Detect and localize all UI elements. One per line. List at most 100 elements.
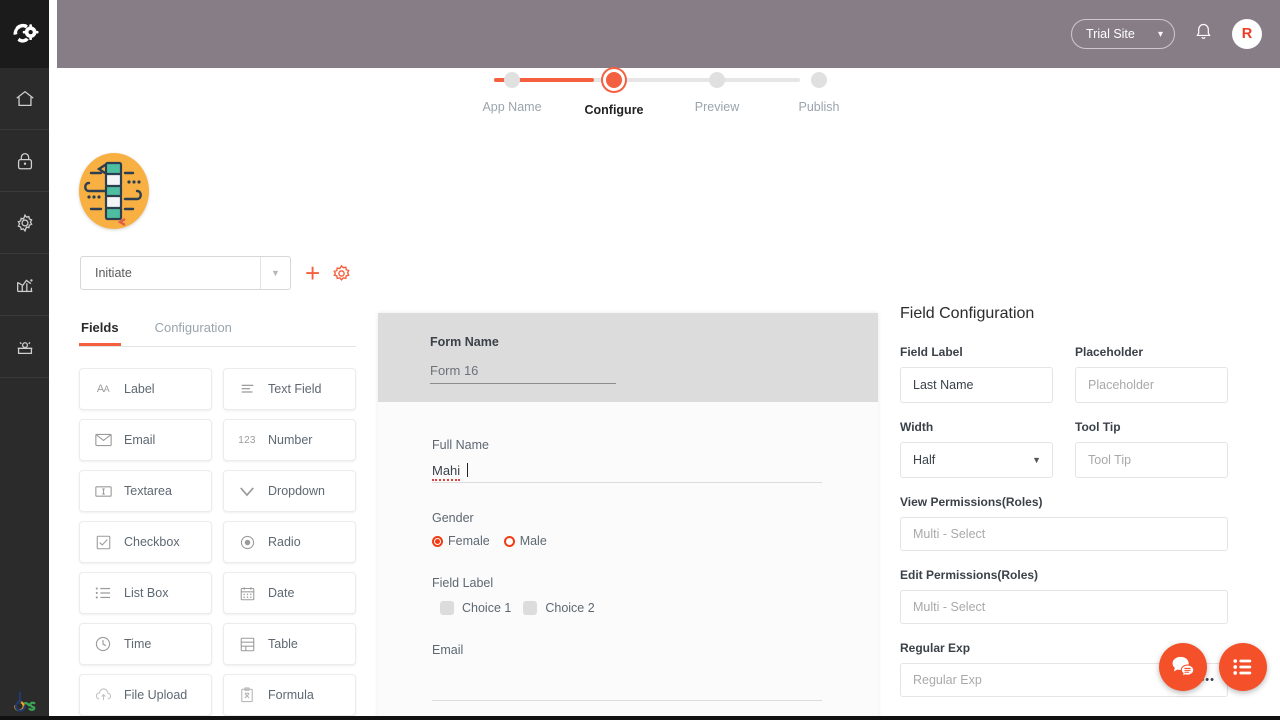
radio-icon [504,536,515,547]
step-preview[interactable]: Preview [677,70,757,114]
aa-text-icon: AA [93,383,113,395]
palette-item-table[interactable]: Table [223,623,356,665]
config-label-text: Field Label [900,345,1053,359]
palette-item-time[interactable]: Time [79,623,212,665]
step-dot-active [603,69,625,91]
palette-item-email[interactable]: Email [79,419,212,461]
full-name-label: Full Name [432,438,822,452]
chart-icon [14,274,36,296]
palette-item-textarea[interactable]: Textarea [79,470,212,512]
config-field-view-permissions: View Permissions(Roles) Multi - Select [900,495,1228,551]
gender-radio-group: Female Male [432,534,822,548]
form-canvas: Form Name Form 16 Full Name Mahi Gender [378,313,878,720]
config-field-width: Width Half ▼ [900,420,1053,478]
full-name-input[interactable]: Mahi [432,465,822,483]
avatar[interactable]: R [1232,19,1262,49]
palette-item-label-text: Textarea [124,484,172,498]
palette-item-formula[interactable]: Formula [223,674,356,716]
bell-icon [1193,20,1214,43]
checkbox-icon [93,535,113,550]
sidebar-item-security[interactable] [0,130,49,192]
palette-item-date[interactable]: Date [223,572,356,614]
chevron-down-icon: ▾ [1158,29,1163,40]
palette-item-label-text: List Box [124,586,168,600]
gender-option-male[interactable]: Male [504,534,547,548]
edit-permissions-multiselect[interactable]: Multi - Select [900,590,1228,624]
email-input[interactable] [432,683,822,701]
chevron-down-icon [237,486,257,497]
palette-item-label-text: Number [268,433,312,447]
email-label: Email [432,643,822,657]
palette-item-label-text: Table [268,637,298,651]
sidebar-item-analytics[interactable] [0,254,49,316]
site-selector[interactable]: Trial Site ▾ [1071,19,1175,49]
step-configure[interactable]: Configure [574,70,654,117]
sidebar-item-home[interactable] [0,68,49,130]
gender-option-label: Male [520,534,547,548]
tooltip-input[interactable]: Tool Tip [1075,442,1228,478]
palette-item-checkbox[interactable]: Checkbox [79,521,212,563]
palette-item-label-text: Checkbox [124,535,180,549]
clock-icon [93,636,113,652]
config-field-edit-permissions: Edit Permissions(Roles) Multi - Select [900,568,1228,624]
app-root: Trial Site ▾ R App Name Configure Previe… [0,0,1280,720]
fields-panel: Fields Configuration AA Label Text Field [79,314,356,716]
regular-exp-placeholder: Regular Exp [913,673,982,687]
step-app-name[interactable]: App Name [472,70,552,114]
tab-configuration[interactable]: Configuration [153,314,234,346]
avatar-initial: R [1242,26,1252,42]
config-field-placeholder: Placeholder Placeholder [1075,345,1228,403]
workflow-gear-icon [10,19,40,49]
flow-select-value: Initiate [81,257,260,289]
form-name-input[interactable]: Form 16 [430,363,616,384]
palette-item-number[interactable]: 123 Number [223,419,356,461]
form-body: Full Name Mahi Gender Female [378,402,878,701]
flow-select[interactable]: Initiate ▼ [80,256,291,290]
add-stage-button[interactable]: + [305,260,320,286]
config-label-text: Edit Permissions(Roles) [900,568,1228,582]
step-publish[interactable]: Publish [779,70,859,114]
placeholder-input[interactable]: Placeholder [1075,367,1228,403]
chevron-down-icon: ▼ [260,257,290,289]
lock-icon [14,150,36,172]
step-label: Configure [574,103,654,117]
cloud-upload-icon [93,688,113,702]
palette-item-text-field[interactable]: Text Field [223,368,356,410]
choice-checkbox-group: Choice 1 Choice 2 [432,601,822,615]
flow-settings-button[interactable] [331,263,352,284]
flow-toolbar: Initiate ▼ + [80,256,352,290]
full-name-value-wrap: Mahi [432,463,468,478]
choice-option-2[interactable]: Choice 2 [523,601,594,615]
sidebar-item-settings[interactable] [0,192,49,254]
chat-fab[interactable] [1159,643,1207,691]
table-icon [237,637,257,652]
form-field-gender: Gender Female Male [432,511,822,548]
config-field-label: Field Label Last Name [900,345,1053,403]
palette-item-dropdown[interactable]: Dropdown [223,470,356,512]
rail-brand-logo[interactable] [0,0,49,68]
palette-item-radio[interactable]: Radio [223,521,356,563]
sidebar-item-users[interactable] [0,316,49,378]
menu-fab[interactable] [1219,643,1267,691]
list-menu-icon [1231,656,1255,678]
gender-option-female[interactable]: Female [432,534,490,548]
palette-item-label[interactable]: AA Label [79,368,212,410]
palette-item-file-upload[interactable]: File Upload [79,674,212,716]
wizard-stepper: App Name Configure Preview Publish [480,70,860,126]
form-field-email: Email [432,643,822,701]
width-select[interactable]: Half ▼ [900,442,1053,478]
step-dot [504,72,520,88]
palette-item-label-text: Label [124,382,155,396]
checkbox-icon [523,601,537,615]
choice-option-1[interactable]: Choice 1 [440,601,511,615]
view-permissions-multiselect[interactable]: Multi - Select [900,517,1228,551]
app-logo[interactable] [79,153,149,229]
gear-icon [14,212,36,234]
field-label-input[interactable]: Last Name [900,367,1053,403]
top-bar: Trial Site ▾ R [57,0,1280,68]
palette-item-list-box[interactable]: List Box [79,572,212,614]
chevron-down-icon: ▼ [1032,455,1041,465]
notifications-button[interactable] [1193,20,1214,48]
tab-fields[interactable]: Fields [79,314,121,346]
textarea-icon [93,485,113,498]
